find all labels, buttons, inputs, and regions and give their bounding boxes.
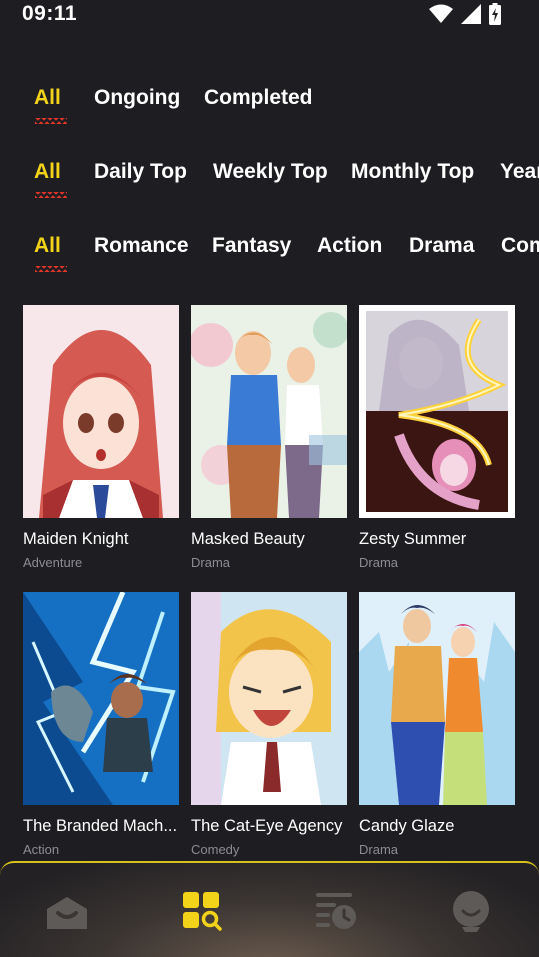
- filter-ranking-weekly-top[interactable]: Weekly Top: [213, 160, 328, 184]
- filter-label: Romance: [94, 234, 189, 257]
- bottom-navigation: [0, 861, 539, 957]
- filter-label: Daily Top: [94, 160, 187, 183]
- browse-icon: [180, 892, 224, 937]
- comic-card[interactable]: The Cat-Eye Agency Comedy: [191, 592, 347, 857]
- comic-cover-image: [23, 305, 179, 518]
- comic-title: Zesty Summer: [359, 530, 467, 548]
- filter-ranking-daily-top[interactable]: Daily Top: [94, 160, 187, 184]
- status-bar: 09:11: [0, 0, 539, 30]
- comic-title: The Cat-Eye Agency: [191, 817, 343, 835]
- comic-title: Candy Glaze: [359, 817, 455, 835]
- active-underline: [35, 192, 67, 198]
- comic-card[interactable]: Zesty Summer Drama: [359, 305, 515, 570]
- status-filter-row: All Ongoing Completed: [0, 86, 539, 132]
- comic-card[interactable]: Maiden Knight Adventure: [23, 305, 179, 570]
- battery-icon: [489, 3, 501, 30]
- filter-label: All: [34, 234, 61, 257]
- history-icon: [314, 893, 358, 937]
- comic-genre: Action: [23, 842, 60, 857]
- signal-icon: [461, 4, 481, 29]
- active-underline: [35, 118, 67, 124]
- filter-status-all[interactable]: All: [34, 86, 67, 124]
- nav-history[interactable]: [314, 889, 358, 933]
- comic-card[interactable]: The Branded Mach... Action: [23, 592, 179, 857]
- filter-label: Fantasy: [212, 234, 292, 257]
- comic-genre: Drama: [191, 555, 231, 570]
- browse-screen: 09:11 All Ongoing Completed All Daily To…: [0, 0, 539, 957]
- nav-home[interactable]: [45, 889, 89, 933]
- comic-cover-image: [359, 305, 515, 518]
- wifi-icon: [429, 4, 453, 29]
- ranking-filter-row: All Daily Top Weekly Top Monthly Top Yea…: [0, 160, 539, 206]
- filter-label: All: [34, 160, 61, 183]
- active-underline: [35, 266, 67, 272]
- comic-card[interactable]: Candy Glaze Drama: [359, 592, 515, 857]
- comic-cover-image: [191, 305, 347, 518]
- filter-genre-drama[interactable]: Drama: [409, 234, 474, 258]
- home-icon: [45, 897, 89, 937]
- filter-ranking-monthly-top[interactable]: Monthly Top: [351, 160, 474, 184]
- filter-genre-action[interactable]: Action: [317, 234, 382, 258]
- filter-genre-romance[interactable]: Romance: [94, 234, 189, 258]
- comic-cover-image: [359, 592, 515, 805]
- filter-label: Action: [317, 234, 383, 257]
- status-time: 09:11: [22, 2, 78, 25]
- comic-title: The Branded Mach...: [23, 817, 178, 835]
- comic-genre: Drama: [359, 555, 399, 570]
- filter-label: Com: [501, 234, 539, 257]
- comic-cover-image: [23, 592, 179, 805]
- filter-label: Ongoing: [94, 86, 181, 109]
- comic-title: Maiden Knight: [23, 530, 129, 548]
- filter-genre-comedy[interactable]: Com: [501, 234, 539, 258]
- comic-genre: Comedy: [191, 842, 240, 857]
- filter-status-completed[interactable]: Completed: [204, 86, 313, 110]
- filter-label: Weekly Top: [213, 160, 328, 183]
- filter-ranking-year[interactable]: Year: [500, 160, 539, 184]
- comic-card[interactable]: Masked Beauty Drama: [191, 305, 347, 570]
- filter-ranking-all[interactable]: All: [34, 160, 67, 198]
- filter-label: Monthly Top: [351, 160, 475, 183]
- profile-icon: [449, 891, 493, 937]
- comic-genre: Drama: [359, 842, 399, 857]
- status-icons: [429, 3, 501, 30]
- filter-genre-all[interactable]: All: [34, 234, 67, 272]
- comic-genre: Adventure: [23, 555, 83, 570]
- filter-label: Completed: [204, 86, 313, 109]
- filter-label: Year: [500, 160, 539, 183]
- filter-genre-fantasy[interactable]: Fantasy: [212, 234, 291, 258]
- nav-browse[interactable]: [180, 889, 224, 933]
- comic-title: Masked Beauty: [191, 530, 305, 548]
- comic-cover-image: [191, 592, 347, 805]
- nav-profile[interactable]: [449, 889, 493, 933]
- filter-label: Drama: [409, 234, 475, 257]
- filter-status-ongoing[interactable]: Ongoing: [94, 86, 180, 110]
- genre-filter-row: All Romance Fantasy Action Drama Com: [0, 234, 539, 280]
- filter-label: All: [34, 86, 61, 109]
